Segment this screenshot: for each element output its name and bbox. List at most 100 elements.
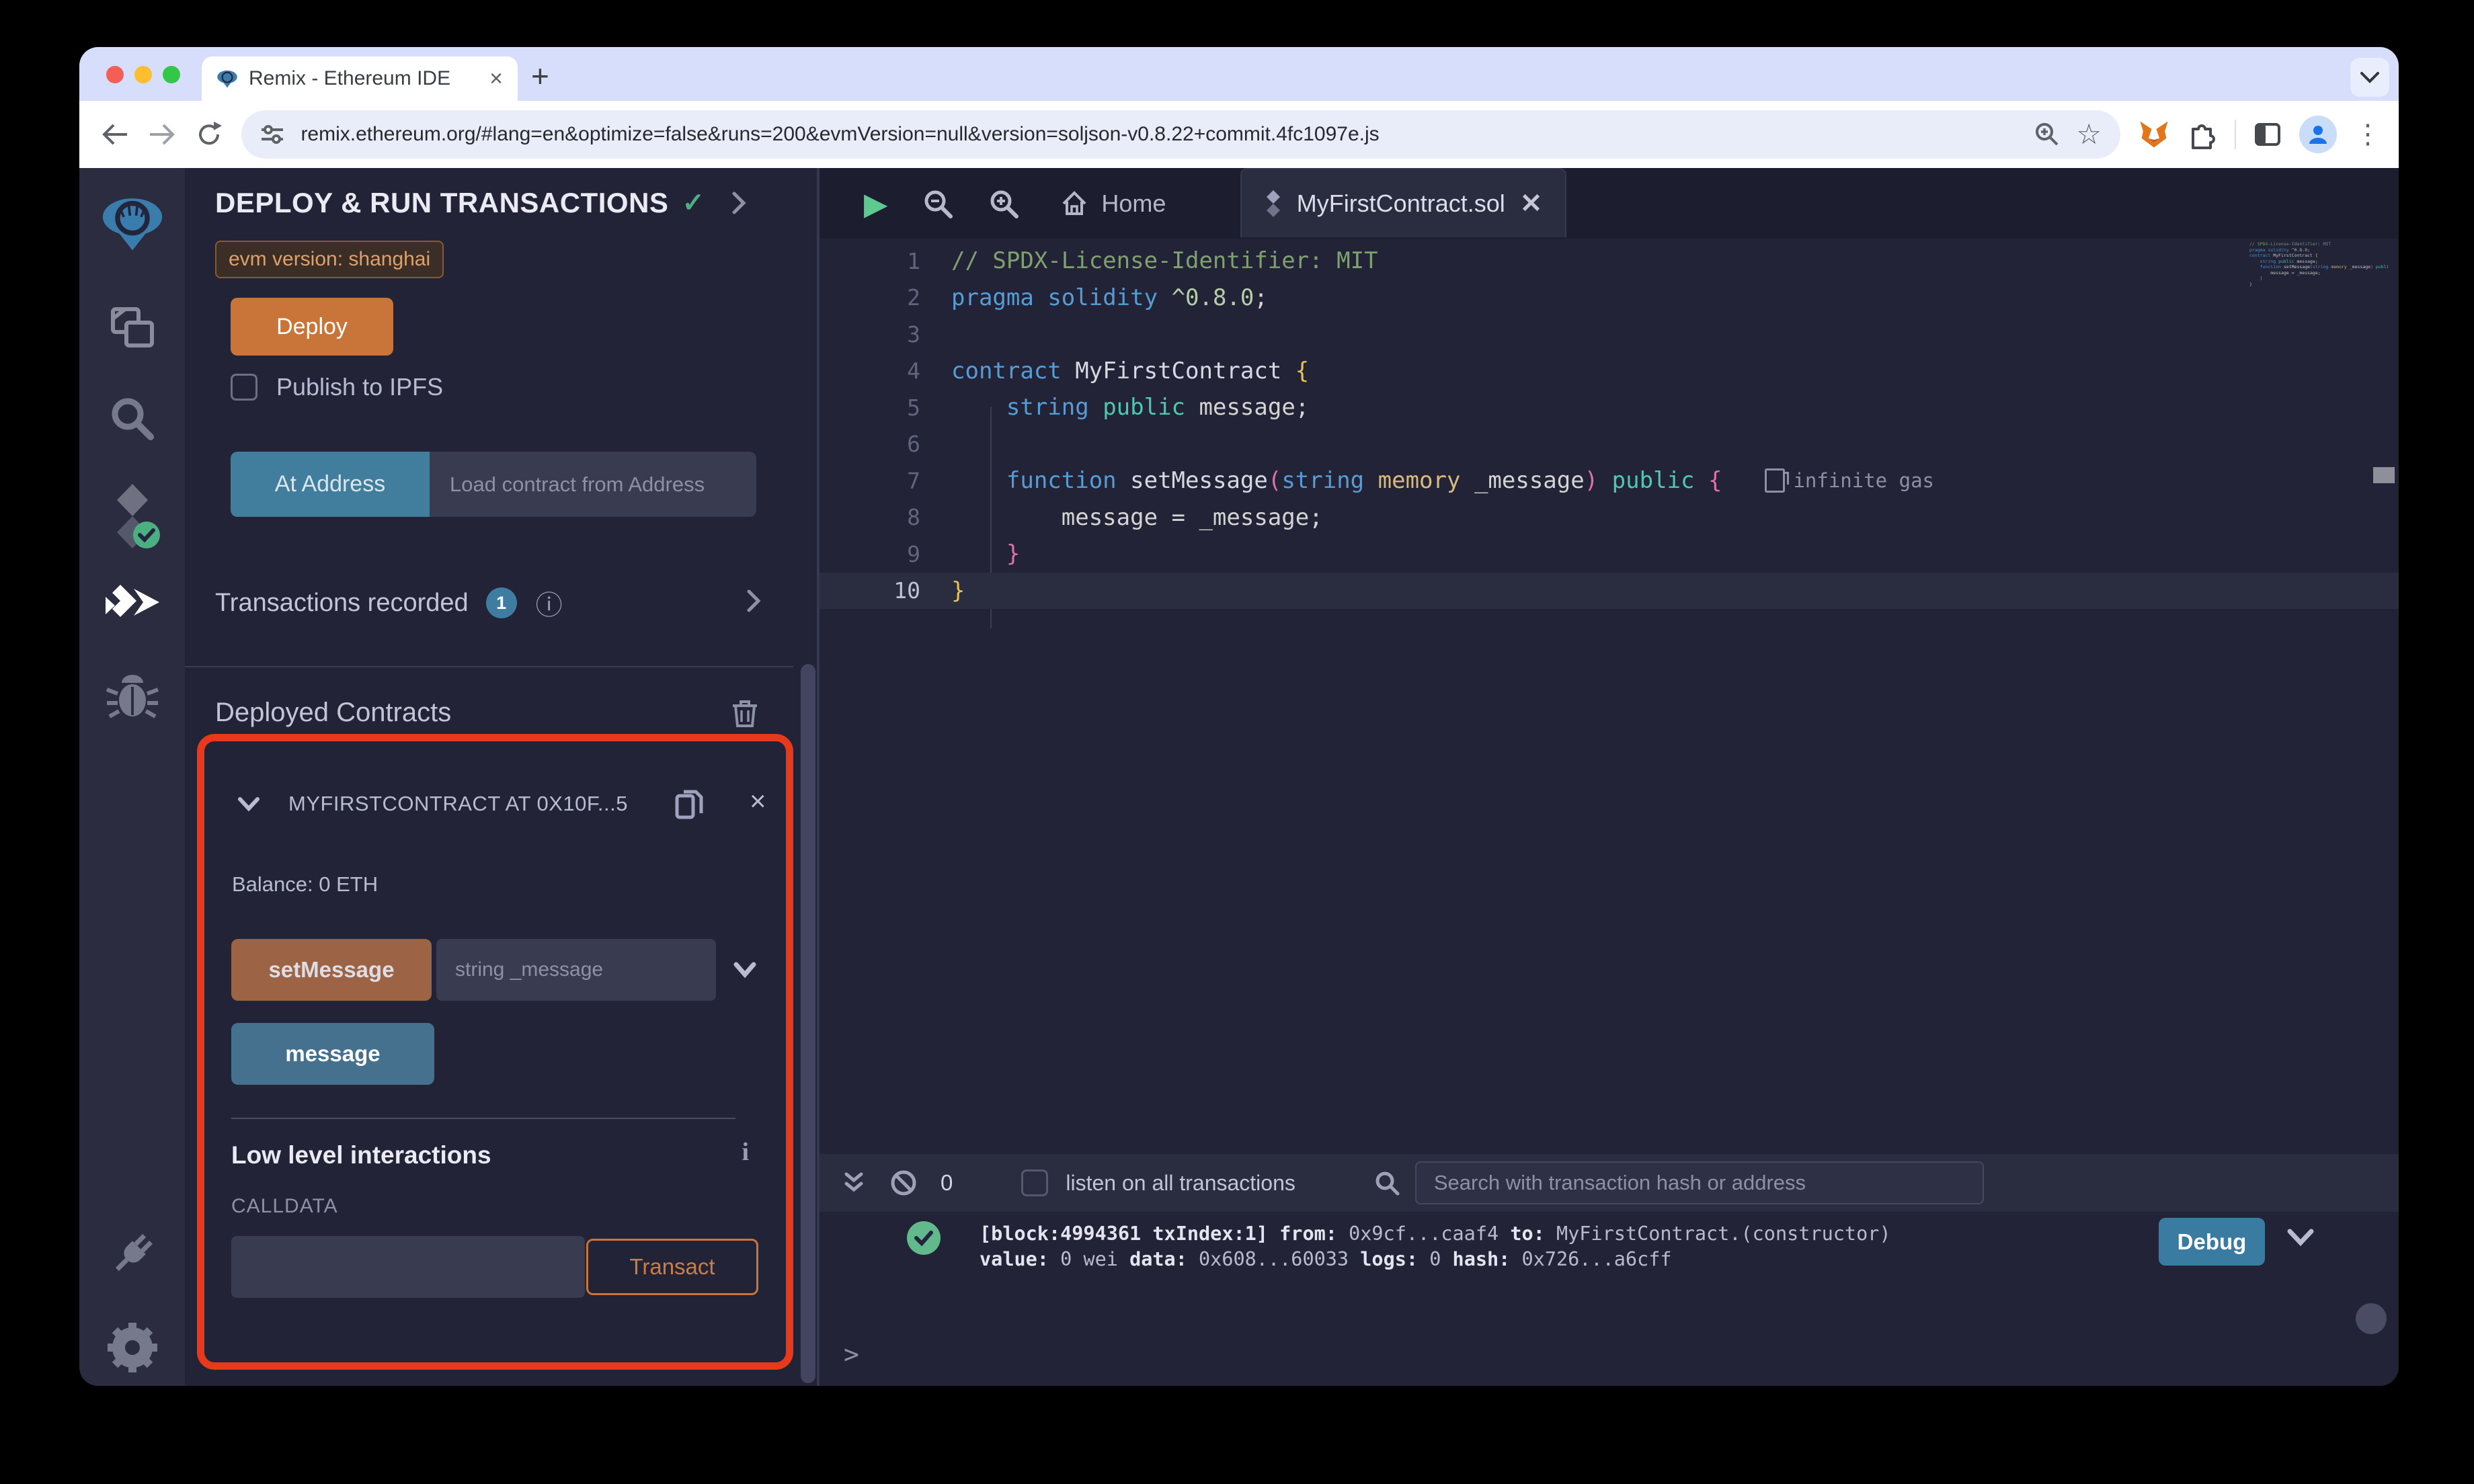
- code-line-7[interactable]: 7 function setMessage(string memory _mes…: [820, 462, 2399, 499]
- zoom-out-icon[interactable]: [922, 188, 953, 219]
- editor-scrollbar[interactable]: [2373, 467, 2395, 483]
- tab-search-button[interactable]: [2350, 58, 2389, 97]
- clear-console-icon[interactable]: [889, 1169, 918, 1197]
- evm-version-badge: evm version: shanghai: [215, 241, 444, 278]
- page-zoom-icon[interactable]: [2034, 122, 2060, 147]
- terminal-scrollbar-thumb[interactable]: [2356, 1303, 2387, 1334]
- side-panel-scrollbar[interactable]: [801, 664, 815, 1383]
- at-address-input[interactable]: [430, 452, 756, 517]
- toolbar-divider: [2235, 120, 2236, 149]
- clear-contracts-trash-icon[interactable]: [731, 698, 758, 729]
- file-explorer-icon[interactable]: [79, 302, 185, 352]
- set-message-button[interactable]: setMessage: [231, 939, 432, 1001]
- run-script-play-icon[interactable]: ▶: [864, 188, 887, 219]
- url-bar[interactable]: remix.ethereum.org/#lang=en&optimize=fal…: [241, 110, 2121, 159]
- search-icon: [1375, 1171, 1400, 1196]
- zoom-in-icon[interactable]: [988, 188, 1019, 219]
- transactions-recorded-label: Transactions recorded: [215, 588, 469, 617]
- browser-tab[interactable]: Remix - Ethereum IDE ×: [202, 56, 518, 101]
- terminal-toolbar: 0 listen on all transactions: [820, 1154, 2399, 1212]
- gas-estimate-annotation: infinite gas: [1765, 468, 1934, 493]
- terminal-search-input[interactable]: [1414, 1161, 1984, 1204]
- contract-close-icon[interactable]: ×: [750, 785, 766, 817]
- solidity-file-icon: [1266, 190, 1280, 217]
- editor-tabbar: ▶ Home MyFirstContract.sol ✕: [820, 168, 2399, 239]
- log-expand-chevron-icon[interactable]: [2286, 1228, 2315, 1247]
- tab-myfirstcontract[interactable]: MyFirstContract.sol ✕: [1240, 168, 1566, 237]
- code-line-1[interactable]: 1// SPDX-License-Identifier: MIT: [820, 243, 2399, 280]
- deployed-contract-header[interactable]: MYFIRSTCONTRACT AT 0X10F...5 ×: [237, 785, 775, 819]
- remix-favicon-icon: [216, 68, 238, 89]
- transaction-log-text[interactable]: [block:4994361 txIndex:1] from: 0x9cf...…: [980, 1221, 1903, 1272]
- url-text[interactable]: remix.ethereum.org/#lang=en&optimize=fal…: [301, 123, 2018, 146]
- code-editor[interactable]: 1// SPDX-License-Identifier: MIT 2 pragma …: [820, 239, 2399, 1154]
- home-icon: [1062, 190, 1086, 215]
- copy-address-icon[interactable]: [674, 788, 704, 821]
- tab-close-icon[interactable]: ✕: [1520, 188, 1543, 219]
- card-divider: [231, 1118, 735, 1119]
- code-line-8[interactable]: 8 message = _message;: [820, 499, 2399, 536]
- terminal-search: [1373, 1161, 1984, 1204]
- calldata-input[interactable]: [231, 1236, 585, 1298]
- code-line-9[interactable]: 9 }: [820, 536, 2399, 573]
- metamask-fox-icon[interactable]: [2138, 119, 2170, 150]
- deploy-run-panel: DEPLOY & RUN TRANSACTIONS ✓ evm version:…: [185, 168, 820, 1386]
- panel-title: DEPLOY & RUN TRANSACTIONS: [215, 187, 669, 218]
- collapse-terminal-icon[interactable]: [842, 1170, 865, 1196]
- transactions-info-icon[interactable]: ⓘ: [536, 583, 563, 622]
- contract-chevron-down-icon[interactable]: [237, 796, 260, 811]
- remix-icon-panel: [79, 168, 185, 1386]
- listen-all-checkbox[interactable]: [1021, 1169, 1049, 1196]
- listen-all-label: listen on all transactions: [1066, 1170, 1295, 1195]
- deploy-button[interactable]: Deploy: [231, 298, 393, 356]
- deploy-run-icon[interactable]: [79, 583, 185, 628]
- extensions-puzzle-icon[interactable]: [2188, 120, 2217, 149]
- forward-icon[interactable]: [147, 119, 177, 150]
- transactions-count-badge: 1: [485, 587, 517, 618]
- code-line-5[interactable]: 5 string public message;: [820, 389, 2399, 426]
- back-icon[interactable]: [99, 119, 130, 150]
- new-tab-button[interactable]: +: [531, 58, 549, 94]
- profile-avatar[interactable]: [2299, 116, 2337, 153]
- tab-title: Remix - Ethereum IDE: [249, 67, 451, 89]
- settings-gear-icon[interactable]: [79, 1321, 185, 1374]
- browser-navbar: remix.ethereum.org/#lang=en&optimize=fal…: [79, 101, 2399, 168]
- deployed-contracts-label: Deployed Contracts: [215, 698, 452, 727]
- solidity-compiler-icon[interactable]: [79, 483, 185, 550]
- browser-menu-icon[interactable]: ⋮: [2354, 119, 2381, 150]
- minimap[interactable]: // SPDX-License-Identifier: MIT pragma so…: [2249, 241, 2388, 359]
- side-panel-icon[interactable]: [2253, 120, 2282, 149]
- traffic-close-button[interactable]: [106, 66, 124, 83]
- low-level-info-icon[interactable]: i: [742, 1137, 749, 1167]
- code-line-2[interactable]: 2 pragma solidity ^0.8.0;: [820, 280, 2399, 317]
- transact-button[interactable]: Transact: [586, 1239, 758, 1295]
- code-line-10[interactable]: 10}: [820, 572, 2399, 609]
- message-getter-button[interactable]: message: [231, 1023, 434, 1085]
- publish-ipfs-checkbox[interactable]: [231, 374, 257, 401]
- expand-params-chevron-icon[interactable]: [733, 962, 756, 978]
- plugin-manager-icon[interactable]: [79, 1227, 185, 1281]
- traffic-minimize-button[interactable]: [134, 66, 152, 83]
- reload-icon[interactable]: [194, 119, 225, 150]
- listen-all-row[interactable]: listen on all transactions: [973, 1169, 1295, 1196]
- debug-button[interactable]: Debug: [2159, 1218, 2265, 1266]
- tab-home[interactable]: Home: [1061, 190, 1166, 218]
- set-message-input[interactable]: [436, 939, 716, 1001]
- code-line-4[interactable]: 4 contract MyFirstContract {: [820, 353, 2399, 390]
- tune-icon[interactable]: [260, 124, 284, 145]
- contract-title: MYFIRSTCONTRACT AT 0X10F...5: [288, 792, 628, 815]
- terminal-prompt[interactable]: >: [844, 1339, 859, 1369]
- debugger-bug-icon[interactable]: [79, 673, 185, 722]
- search-icon[interactable]: [79, 395, 185, 442]
- tab-close-icon[interactable]: ×: [489, 66, 503, 92]
- low-level-interactions-label: Low level interactions: [231, 1141, 491, 1169]
- transactions-chevron-right-icon[interactable]: [746, 589, 761, 613]
- bookmark-star-icon[interactable]: ☆: [2076, 120, 2102, 149]
- tx-success-check-icon: [907, 1221, 941, 1255]
- code-line-6[interactable]: 6: [820, 426, 2399, 463]
- traffic-zoom-button[interactable]: [163, 66, 180, 83]
- at-address-button[interactable]: At Address: [231, 452, 430, 517]
- code-line-3[interactable]: 3: [820, 316, 2399, 353]
- panel-chevron-right-icon[interactable]: [731, 191, 746, 215]
- browser-window: Remix - Ethereum IDE × + remix.ethereum.…: [79, 47, 2399, 1386]
